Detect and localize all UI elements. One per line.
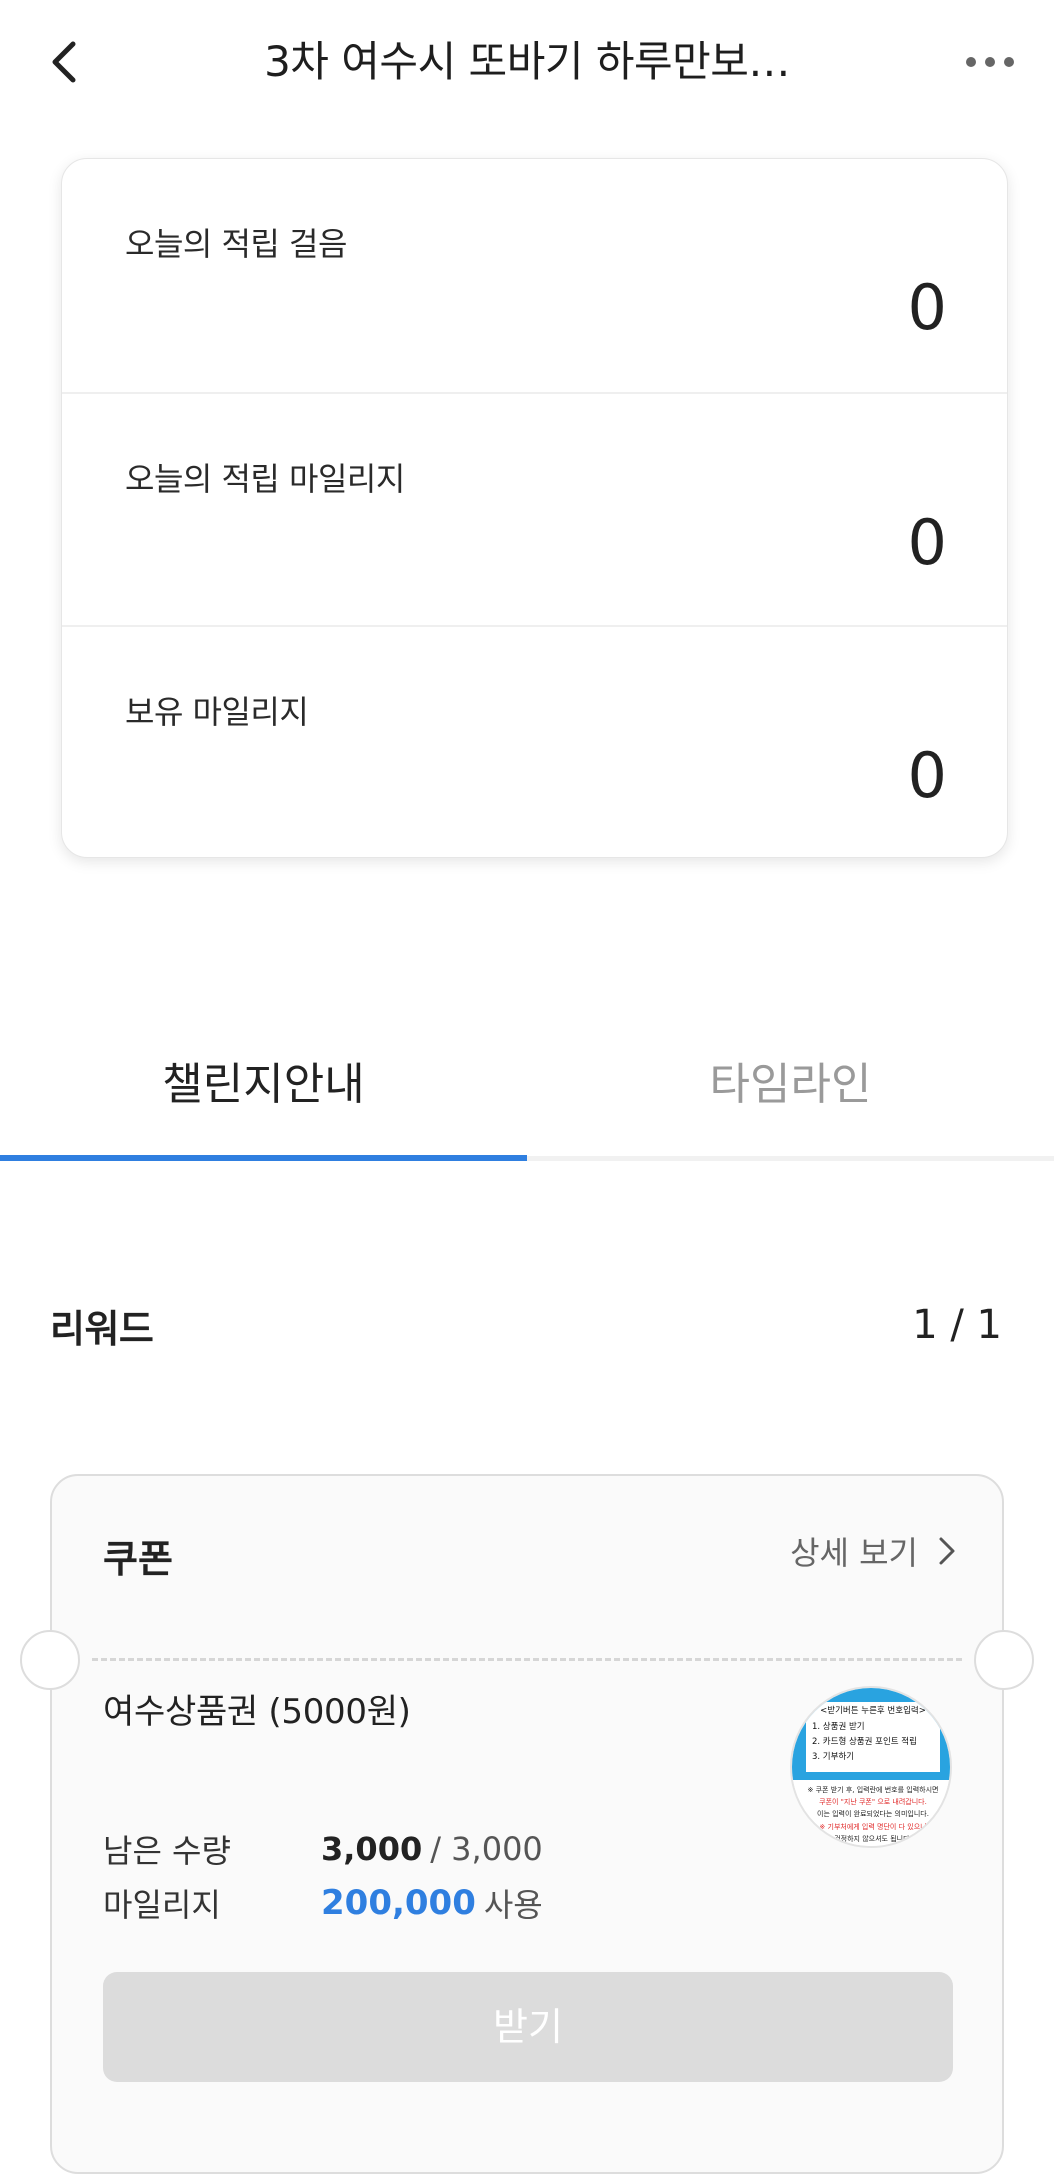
image-line-3: 2. 카드형 상품권 포인트 적립 — [812, 1736, 917, 1747]
reward-pager: 1 / 1 — [912, 1302, 1002, 1348]
tab-timeline[interactable]: 타임라인 — [527, 1040, 1054, 1158]
ticket-divider — [92, 1658, 962, 1661]
page-title: 3차 여수시 또바기 하루만보… — [264, 37, 790, 86]
tab-active-indicator — [0, 1155, 527, 1161]
chevron-right-icon — [939, 1537, 955, 1565]
mileage-row: 마일리지 200,000 사용 — [103, 1878, 543, 1928]
image-line-6: 쿠폰이 "지난 쿠폰" 으로 내려갑니다. — [819, 1797, 927, 1806]
image-line-8: ※ 기부처에게 입력 명단이 다 있으니 — [819, 1822, 926, 1831]
more-options-button[interactable] — [960, 40, 1020, 84]
stat-label: 오늘의 적립 마일리지 — [125, 460, 405, 498]
coupon-type: 쿠폰 — [103, 1537, 173, 1581]
receive-button[interactable]: 받기 — [103, 1972, 953, 2082]
stat-value: 0 — [907, 271, 947, 344]
tab-challenge-info[interactable]: 챌린지안내 — [0, 1040, 527, 1158]
image-line-4: 3. 기부하기 — [812, 1751, 854, 1762]
stat-value: 0 — [907, 506, 947, 579]
stats-card: 오늘의 적립 걸음 0 오늘의 적립 마일리지 0 보유 마일리지 0 — [61, 158, 1008, 858]
image-line-5: ※ 쿠폰 받기 후, 입력란에 번호를 입력하시면 — [808, 1785, 939, 1794]
coupon-name: 여수상품권 (5000원) — [103, 1692, 411, 1732]
coupon-card: 쿠폰 상세 보기 여수상품권 (5000원) 남은 수량 3,000 / 3,0… — [20, 1474, 1034, 2174]
mileage-cost: 200,000 — [321, 1883, 476, 1923]
image-line-1: <받기버튼 누른후 번호입력> — [820, 1705, 926, 1716]
stat-label: 보유 마일리지 — [125, 693, 309, 731]
chevron-left-icon — [52, 41, 76, 83]
coupon-thumbnail: <받기버튼 누른후 번호입력> 1. 상품권 받기 2. 카드형 상품권 포인트… — [790, 1686, 952, 1848]
mileage-suffix: 사용 — [483, 1886, 543, 1924]
stat-owned-mileage: 보유 마일리지 0 — [62, 625, 1007, 857]
tab-bar: 챌린지안내 타임라인 — [0, 1040, 1054, 1162]
image-line-2: 1. 상품권 받기 — [812, 1721, 865, 1732]
image-line-7: 이는 입력이 완료되었다는 의미입니다. — [817, 1809, 929, 1818]
reward-section-title: 리워드 — [50, 1307, 154, 1351]
ticket-notch-right — [974, 1630, 1034, 1690]
remaining-label: 남은 수량 — [103, 1832, 231, 1870]
stat-value: 0 — [907, 739, 947, 812]
view-details-label: 상세 보기 — [790, 1534, 918, 1572]
back-button[interactable] — [40, 30, 90, 94]
view-details-link[interactable]: 상세 보기 — [790, 1526, 958, 1576]
mileage-label: 마일리지 — [103, 1886, 221, 1924]
coupon-notice-image: <받기버튼 누른후 번호입력> 1. 상품권 받기 2. 카드형 상품권 포인트… — [792, 1688, 950, 1846]
remaining-count: 3,000 — [321, 1830, 423, 1868]
remaining-total: / 3,000 — [430, 1830, 543, 1868]
stat-today-mileage: 오늘의 적립 마일리지 0 — [62, 392, 1007, 625]
image-line-9: 걱정하지 않으셔도 됩니다. — [834, 1834, 912, 1843]
stat-label: 오늘의 적립 걸음 — [125, 225, 347, 263]
stat-today-steps: 오늘의 적립 걸음 0 — [62, 159, 1007, 392]
more-horizontal-icon — [966, 57, 1014, 67]
ticket-notch-left — [20, 1630, 80, 1690]
app-header: 3차 여수시 또바기 하루만보… — [0, 0, 1054, 124]
remaining-quantity-row: 남은 수량 3,000 / 3,000 — [103, 1824, 543, 1874]
